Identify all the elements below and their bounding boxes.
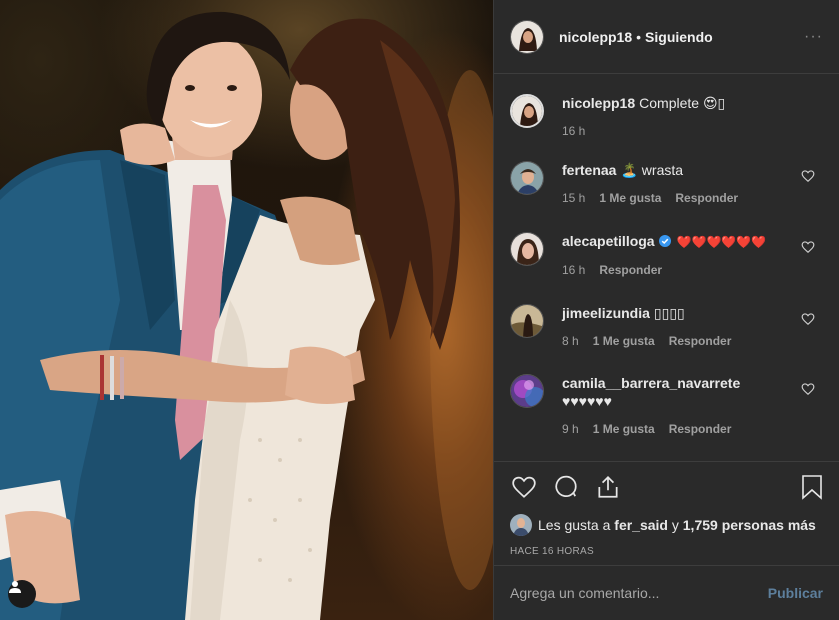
comment-likes-count[interactable]: 1 Me gusta	[599, 191, 661, 205]
post-side-panel: nicolepp18 • Siguiendo ··· nicolepp18 Com…	[493, 0, 839, 620]
caption-body: nicolepp18 Complete 😍▯ 16 h	[562, 94, 823, 161]
avatar-image	[511, 233, 543, 265]
comment-meta: 16 h Responder	[562, 263, 823, 277]
comment-time[interactable]: 8 h	[562, 334, 579, 348]
likes-count-link[interactable]: 1,759 personas más	[683, 517, 816, 533]
comment-body: alecapetilloga ❤️❤️❤️❤️❤️❤️ 16 h Responder	[562, 232, 823, 304]
comment-meta: 8 h 1 Me gusta Responder	[562, 334, 823, 348]
comment-meta: 15 h 1 Me gusta Responder	[562, 191, 823, 205]
comment-content: ♥♥♥♥♥♥	[562, 393, 612, 409]
avatar-image	[512, 96, 542, 126]
caption-meta: 16 h	[562, 124, 823, 138]
comments-list: nicolepp18 Complete 😍▯ 16 h fertenaa 🏝️ wr…	[494, 74, 839, 462]
more-options-icon[interactable]: ···	[804, 28, 823, 46]
avatar-image	[511, 162, 543, 194]
likes-prefix: Les gusta a	[538, 517, 611, 533]
publish-button[interactable]: Publicar	[768, 585, 823, 601]
comment-text: jimeelizundia ▯▯▯▯	[562, 304, 823, 322]
avatar-image	[511, 375, 543, 407]
comment-time[interactable]: 15 h	[562, 191, 585, 205]
tagged-users-button[interactable]	[8, 580, 36, 608]
comment-content: 🏝️ wrasta	[620, 162, 684, 178]
like-comment-heart-icon[interactable]	[801, 240, 815, 254]
caption-text: nicolepp18 Complete 😍▯	[562, 94, 823, 112]
share-upload-icon[interactable]	[594, 474, 622, 500]
post-photo[interactable]	[0, 0, 493, 620]
commenter-avatar[interactable]	[510, 232, 544, 266]
avatar-image	[511, 305, 543, 337]
caption: nicolepp18 Complete 😍▯ 16 h	[494, 94, 839, 161]
comment-text: alecapetilloga ❤️❤️❤️❤️❤️❤️	[562, 232, 823, 251]
comment-input[interactable]	[510, 585, 768, 601]
author-avatar[interactable]	[510, 94, 544, 128]
comment-time[interactable]: 16 h	[562, 263, 585, 277]
comment-meta: 9 h 1 Me gusta Responder	[562, 422, 823, 436]
comment-text: camila__barrera_navarrete ♥♥♥♥♥♥	[562, 374, 823, 410]
bookmark-icon[interactable]	[801, 474, 823, 500]
reply-button[interactable]: Responder	[675, 191, 738, 205]
speech-bubble-icon[interactable]	[552, 474, 580, 500]
verified-badge-icon	[658, 235, 671, 247]
comment-time[interactable]: 9 h	[562, 422, 579, 436]
comment-username[interactable]: fertenaa	[562, 162, 616, 178]
author-avatar[interactable]	[510, 19, 544, 54]
action-icons-row	[510, 474, 823, 500]
comment-username[interactable]: jimeelizundia	[562, 305, 650, 321]
likes-conjunction: y	[671, 517, 679, 533]
comment-item: fertenaa 🏝️ wrasta 15 h 1 Me gusta Responde…	[494, 161, 839, 232]
heart-outline-icon[interactable]	[510, 474, 538, 500]
reply-button[interactable]: Responder	[669, 334, 732, 348]
like-comment-heart-icon[interactable]	[801, 312, 815, 326]
comment-content: ▯▯▯▯	[653, 305, 685, 321]
comment-text: fertenaa 🏝️ wrasta	[562, 161, 823, 179]
comment-content: ❤️❤️❤️❤️❤️❤️	[676, 235, 767, 249]
comment-likes-count[interactable]: 1 Me gusta	[593, 334, 655, 348]
comment-item: alecapetilloga ❤️❤️❤️❤️❤️❤️ 16 h Responder	[494, 232, 839, 304]
reply-button[interactable]: Responder	[599, 263, 662, 277]
commenter-avatar[interactable]	[510, 304, 544, 338]
likes-summary: Les gusta a fer_said y 1,759 personas má…	[510, 514, 823, 536]
follow-status-button[interactable]: Siguiendo	[645, 29, 713, 45]
couple-photo-illustration	[0, 11, 493, 620]
like-comment-heart-icon[interactable]	[801, 382, 815, 396]
commenter-avatar[interactable]	[510, 374, 544, 408]
author-username[interactable]: nicolepp18	[559, 29, 632, 45]
caption-time[interactable]: 16 h	[562, 124, 585, 138]
comment-username[interactable]: alecapetilloga	[562, 233, 655, 249]
caption-content: Complete 😍▯	[639, 95, 726, 111]
avatar-image	[510, 514, 532, 536]
comment-likes-count[interactable]: 1 Me gusta	[593, 422, 655, 436]
liker-avatar[interactable]	[510, 514, 532, 536]
liker-username[interactable]: fer_said	[614, 517, 668, 533]
post-timestamp[interactable]: HACE 16 HORAS	[510, 546, 823, 557]
caption-username[interactable]: nicolepp18	[562, 95, 635, 111]
comment-body: fertenaa 🏝️ wrasta 15 h 1 Me gusta Responde…	[562, 161, 823, 232]
avatar-image	[511, 20, 543, 53]
comment-body: camila__barrera_navarrete ♥♥♥♥♥♥ 9 h 1 Me …	[562, 374, 823, 454]
comment-item: jimeelizundia ▯▯▯▯ 8 h 1 Me gusta Responder	[494, 304, 839, 374]
comment-body: jimeelizundia ▯▯▯▯ 8 h 1 Me gusta Responder	[562, 304, 823, 374]
reply-button[interactable]: Responder	[669, 422, 732, 436]
commenter-avatar[interactable]	[510, 161, 544, 195]
separator-dot: •	[636, 28, 642, 45]
post-header: nicolepp18 • Siguiendo ···	[494, 0, 839, 74]
person-icon	[9, 581, 21, 593]
add-comment-bar: Publicar	[494, 565, 839, 620]
comment-item: camila__barrera_navarrete ♥♥♥♥♥♥ 9 h 1 Me …	[494, 374, 839, 454]
like-comment-heart-icon[interactable]	[801, 169, 815, 183]
post-actions: Les gusta a fer_said y 1,759 personas má…	[494, 461, 839, 557]
comment-username[interactable]: camila__barrera_navarrete	[562, 375, 740, 391]
